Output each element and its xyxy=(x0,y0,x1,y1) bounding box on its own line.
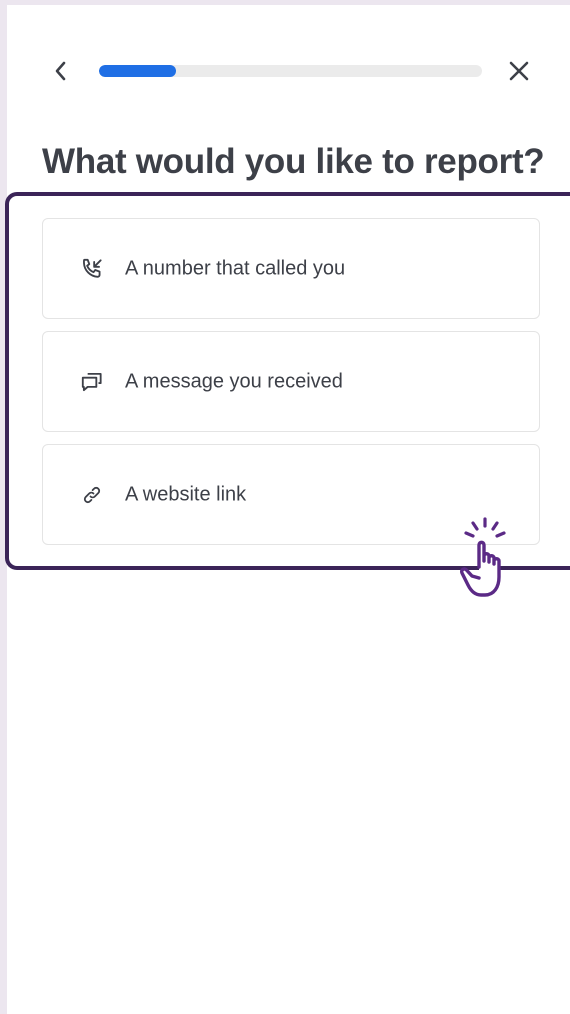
option-label: A number that called you xyxy=(125,257,346,279)
message-icon xyxy=(79,369,105,395)
link-icon xyxy=(79,482,105,508)
close-button[interactable] xyxy=(504,56,534,86)
option-website-link[interactable]: A website link xyxy=(42,444,540,545)
option-message-received[interactable]: A message you received xyxy=(42,331,540,432)
option-label: A message you received xyxy=(125,370,343,392)
page-title: What would you like to report? xyxy=(42,142,545,181)
option-label: A website link xyxy=(125,483,247,505)
top-bar xyxy=(7,5,570,135)
report-options-list: A number that called you A message you r… xyxy=(42,218,540,557)
close-icon xyxy=(509,61,529,81)
progress-bar xyxy=(99,65,482,77)
back-button[interactable] xyxy=(47,57,75,85)
chevron-left-icon xyxy=(55,61,66,81)
app-screen: What would you like to report? A number … xyxy=(7,5,570,1014)
incoming-call-icon xyxy=(79,256,105,282)
option-number-called[interactable]: A number that called you xyxy=(42,218,540,319)
progress-bar-fill xyxy=(99,65,176,77)
